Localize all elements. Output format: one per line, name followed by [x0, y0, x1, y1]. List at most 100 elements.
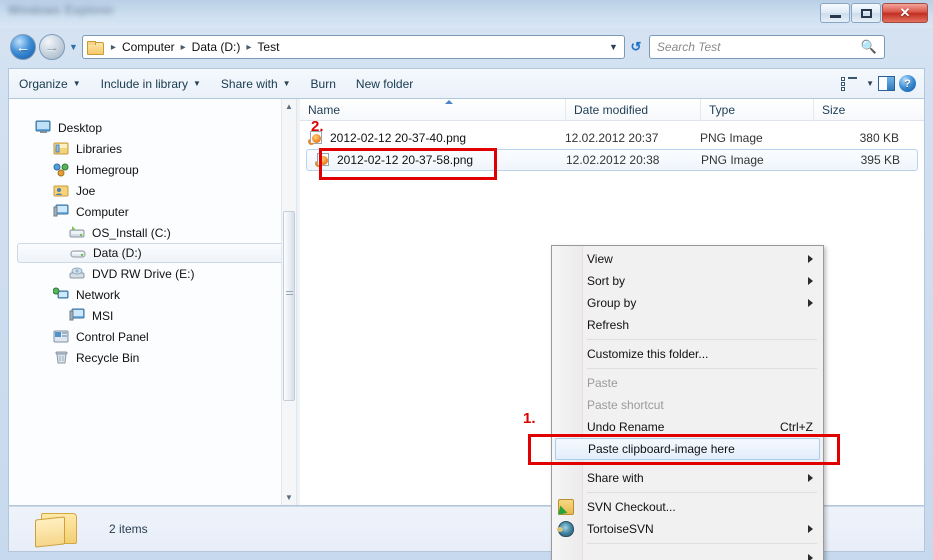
close-button[interactable]: ✕ — [882, 3, 928, 23]
context-menu-separator — [587, 463, 817, 464]
sidebar-item-data-d[interactable]: Data (D:) — [17, 243, 288, 263]
maximize-button[interactable] — [851, 3, 881, 23]
toolbar-right-group: ▼ ? — [841, 75, 924, 92]
breadcrumb-bar[interactable]: ▸ Computer ▸ Data (D:) ▸ Test ▼ — [81, 35, 625, 59]
sidebar-item-dvd-rw-drive-e[interactable]: DVD RW Drive (E:) — [17, 263, 296, 284]
toolbar-burn-label: Burn — [310, 76, 336, 91]
refresh-button[interactable]: ↺ — [625, 35, 647, 59]
table-row[interactable]: 2012-02-12 20-37-40.png 12.02.2012 20:37… — [300, 127, 924, 149]
svn-checkout-icon — [558, 499, 574, 515]
sidebar-item-libraries[interactable]: Libraries — [17, 138, 296, 159]
file-date-cell: 12.02.2012 20:37 — [565, 131, 659, 145]
breadcrumb-item-test[interactable]: Test — [256, 40, 280, 54]
breadcrumb-item-computer[interactable]: Computer — [121, 40, 176, 54]
toolbar-include-in-library-button[interactable]: Include in library ▼ — [91, 72, 211, 96]
window-controls: ✕ — [819, 2, 928, 24]
sidebar-item-recycle-bin[interactable]: Recycle Bin — [17, 347, 296, 368]
column-header-label: Type — [709, 102, 736, 117]
sidebar-item-msi[interactable]: MSI — [17, 305, 296, 326]
sidebar-item-label: Network — [76, 287, 121, 302]
file-type-cell: PNG Image — [701, 153, 764, 167]
column-header-type[interactable]: Type — [700, 99, 813, 121]
sidebar-item-label: Homegroup — [76, 162, 139, 177]
annotation-marker-1: 1. — [523, 410, 536, 427]
context-menu-item-share-with[interactable]: Share with — [552, 467, 823, 489]
column-header-size[interactable]: Size — [813, 99, 913, 121]
folder-tree: Desktop Libraries Homegroup Joe Computer… — [9, 117, 296, 368]
refresh-icon: ↺ — [630, 39, 642, 54]
context-menu-item-undo-rename[interactable]: Undo Rename Ctrl+Z — [552, 416, 823, 438]
window-title: Windows Explorer — [8, 3, 115, 17]
toolbar-new-folder-label: New folder — [355, 76, 414, 91]
submenu-arrow-icon — [808, 255, 813, 263]
control-panel-icon — [53, 329, 70, 344]
column-header-name[interactable]: Name — [300, 99, 565, 121]
preview-pane-icon[interactable] — [878, 76, 895, 91]
history-dropdown-button[interactable]: ▼ — [69, 42, 78, 52]
sidebar-item-label: Desktop — [58, 120, 103, 135]
views-icon[interactable] — [841, 76, 858, 91]
sidebar-item-label: Control Panel — [76, 329, 149, 344]
sidebar-item-label: Data (D:) — [93, 246, 142, 260]
sidebar-item-joe[interactable]: Joe — [17, 180, 296, 201]
forward-button[interactable]: → — [39, 34, 65, 60]
sidebar-item-label: Computer — [76, 204, 129, 219]
computer-icon — [53, 204, 70, 219]
table-row[interactable]: 2012-02-12 20-37-58.png 12.02.2012 20:38… — [306, 149, 918, 171]
search-input[interactable]: Search Test — [657, 40, 721, 54]
context-menu-item-group-by[interactable]: Group by — [552, 292, 823, 314]
context-menu-item-view[interactable]: View — [552, 248, 823, 270]
context-menu-item-paste-shortcut: Paste shortcut — [552, 394, 823, 416]
tortoisesvn-icon — [557, 521, 574, 537]
sidebar-item-os-install-c[interactable]: OS_Install (C:) — [17, 222, 296, 243]
sidebar-item-label: Recycle Bin — [76, 350, 140, 365]
sidebar-item-computer[interactable]: Computer — [17, 201, 296, 222]
context-menu-item-customize-this-folder[interactable]: Customize this folder... — [552, 343, 823, 365]
context-menu-item-label: Share with — [587, 471, 644, 485]
command-bar: Organize ▼ Include in library ▼ Share wi… — [8, 68, 925, 98]
sidebar-item-desktop[interactable]: Desktop — [17, 117, 296, 138]
back-arrow-icon: ← — [15, 38, 31, 56]
toolbar-share-with-button[interactable]: Share with ▼ — [211, 72, 301, 96]
scroll-up-arrow-icon[interactable]: ▲ — [282, 99, 296, 114]
context-menu-item-new[interactable] — [552, 547, 823, 560]
scroll-down-arrow-icon[interactable]: ▼ — [282, 490, 296, 505]
file-type-cell: PNG Image — [700, 131, 763, 145]
context-menu-item-svn-checkout[interactable]: SVN Checkout... — [552, 496, 823, 518]
file-date-cell: 12.02.2012 20:38 — [566, 153, 660, 167]
context-menu-item-tortoisesvn[interactable]: TortoiseSVN — [552, 518, 823, 540]
context-menu-item-label: Paste clipboard-image here — [588, 442, 735, 456]
breadcrumb-item-data-d[interactable]: Data (D:) — [191, 40, 242, 54]
views-chevron-down-icon[interactable]: ▼ — [866, 79, 874, 88]
context-menu-item-refresh[interactable]: Refresh — [552, 314, 823, 336]
file-name-cell[interactable]: 2012-02-12 20-37-58.png — [307, 153, 566, 167]
sidebar-item-control-panel[interactable]: Control Panel — [17, 326, 296, 347]
context-menu-separator — [587, 339, 817, 340]
address-dropdown-icon[interactable]: ▼ — [609, 42, 618, 52]
submenu-arrow-icon — [808, 525, 813, 533]
column-header-label: Size — [822, 102, 846, 117]
scrollbar-thumb[interactable] — [283, 211, 295, 401]
minimize-button[interactable] — [820, 3, 850, 23]
sidebar-item-homegroup[interactable]: Homegroup — [17, 159, 296, 180]
context-menu-item-sort-by[interactable]: Sort by — [552, 270, 823, 292]
minimize-icon — [829, 14, 841, 18]
search-box[interactable]: Search Test 🔍 — [648, 35, 885, 59]
back-button[interactable]: ← — [10, 34, 36, 60]
toolbar-burn-button[interactable]: Burn — [301, 72, 346, 96]
submenu-arrow-icon — [808, 277, 813, 285]
breadcrumb-separator: ▸ — [110, 41, 116, 53]
file-name-cell[interactable]: 2012-02-12 20-37-40.png — [300, 131, 565, 145]
context-menu-item-paste: Paste — [552, 372, 823, 394]
sidebar-item-network[interactable]: Network — [17, 284, 296, 305]
toolbar-organize-button[interactable]: Organize ▼ — [9, 72, 91, 96]
forward-arrow-icon: → — [44, 38, 60, 56]
navigation-pane-scrollbar[interactable]: ▲ ▼ — [281, 99, 296, 505]
context-menu-item-paste-clipboard-image-here[interactable]: Paste clipboard-image here — [555, 438, 820, 460]
dvd-drive-icon — [69, 266, 86, 281]
column-header-date-modified[interactable]: Date modified — [565, 99, 700, 121]
annotation-marker-2: 2. — [311, 118, 324, 135]
recycle-bin-icon — [53, 350, 70, 365]
toolbar-new-folder-button[interactable]: New folder — [346, 72, 423, 96]
help-icon[interactable]: ? — [899, 75, 916, 92]
